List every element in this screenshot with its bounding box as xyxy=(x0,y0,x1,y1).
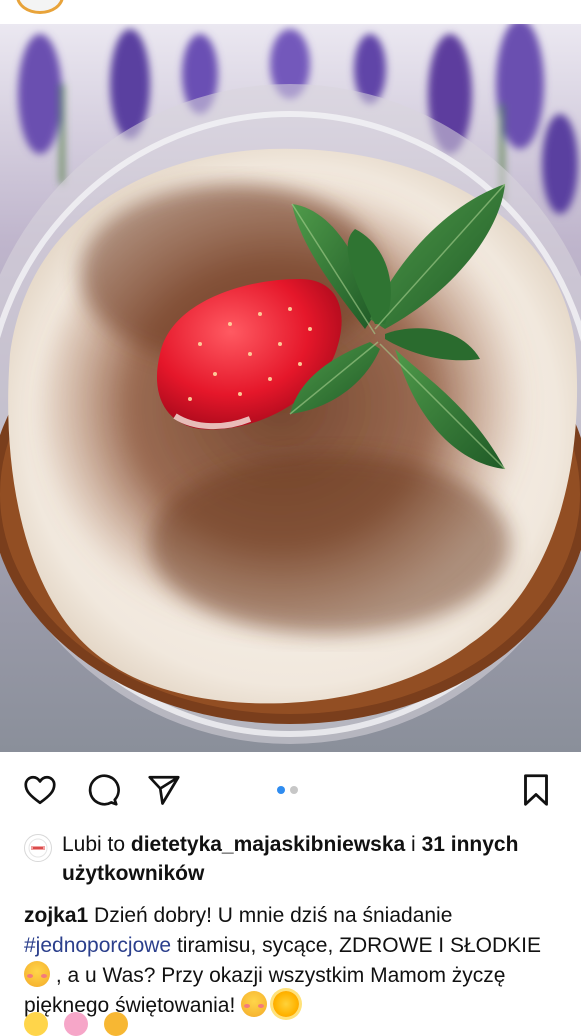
comment-bubble-icon[interactable] xyxy=(84,772,120,808)
smiling-emoji-icon xyxy=(104,1012,128,1036)
tiramisu-photo xyxy=(0,24,581,752)
sun-emoji-icon xyxy=(272,991,299,1017)
post-image[interactable] xyxy=(0,24,581,752)
caption-author[interactable]: zojka1 xyxy=(24,904,88,927)
caption-text-2: tiramisu, sycące, ZDROWE I SŁODKIE xyxy=(171,934,542,957)
author-avatar[interactable] xyxy=(16,0,64,14)
paper-plane-icon[interactable] xyxy=(146,772,182,808)
flower-emoji-icon xyxy=(24,1012,48,1036)
liker-avatar[interactable] xyxy=(24,834,52,862)
caption-hashtag[interactable]: #jednoporcjowe xyxy=(24,934,171,957)
blossom-emoji-icon xyxy=(64,1012,88,1036)
top-strip xyxy=(0,0,581,24)
likes-prefix: Lubi to xyxy=(62,833,131,856)
bookmark-icon[interactable] xyxy=(518,772,554,808)
smiling-face-hearts-emoji-icon xyxy=(24,961,50,987)
likes-connector: i xyxy=(405,833,422,856)
caption-emoji-overflow xyxy=(24,1012,128,1036)
post-caption: zojka1 Dzień dobry! U mnie dziś na śniad… xyxy=(24,901,564,1021)
caption-text-1: Dzień dobry! U mnie dziś na śniadanie xyxy=(88,904,453,927)
smiling-face-hearts-emoji-icon xyxy=(241,991,268,1017)
carousel-dot-active[interactable] xyxy=(277,786,285,794)
carousel-dot[interactable] xyxy=(290,786,298,794)
liker-username[interactable]: dietetyka_majaskibniewska xyxy=(131,833,405,856)
likes-summary: Lubi to dietetyka_majaskibniewska i 31 i… xyxy=(24,830,564,888)
carousel-indicator xyxy=(277,786,298,794)
heart-icon[interactable] xyxy=(22,772,58,808)
